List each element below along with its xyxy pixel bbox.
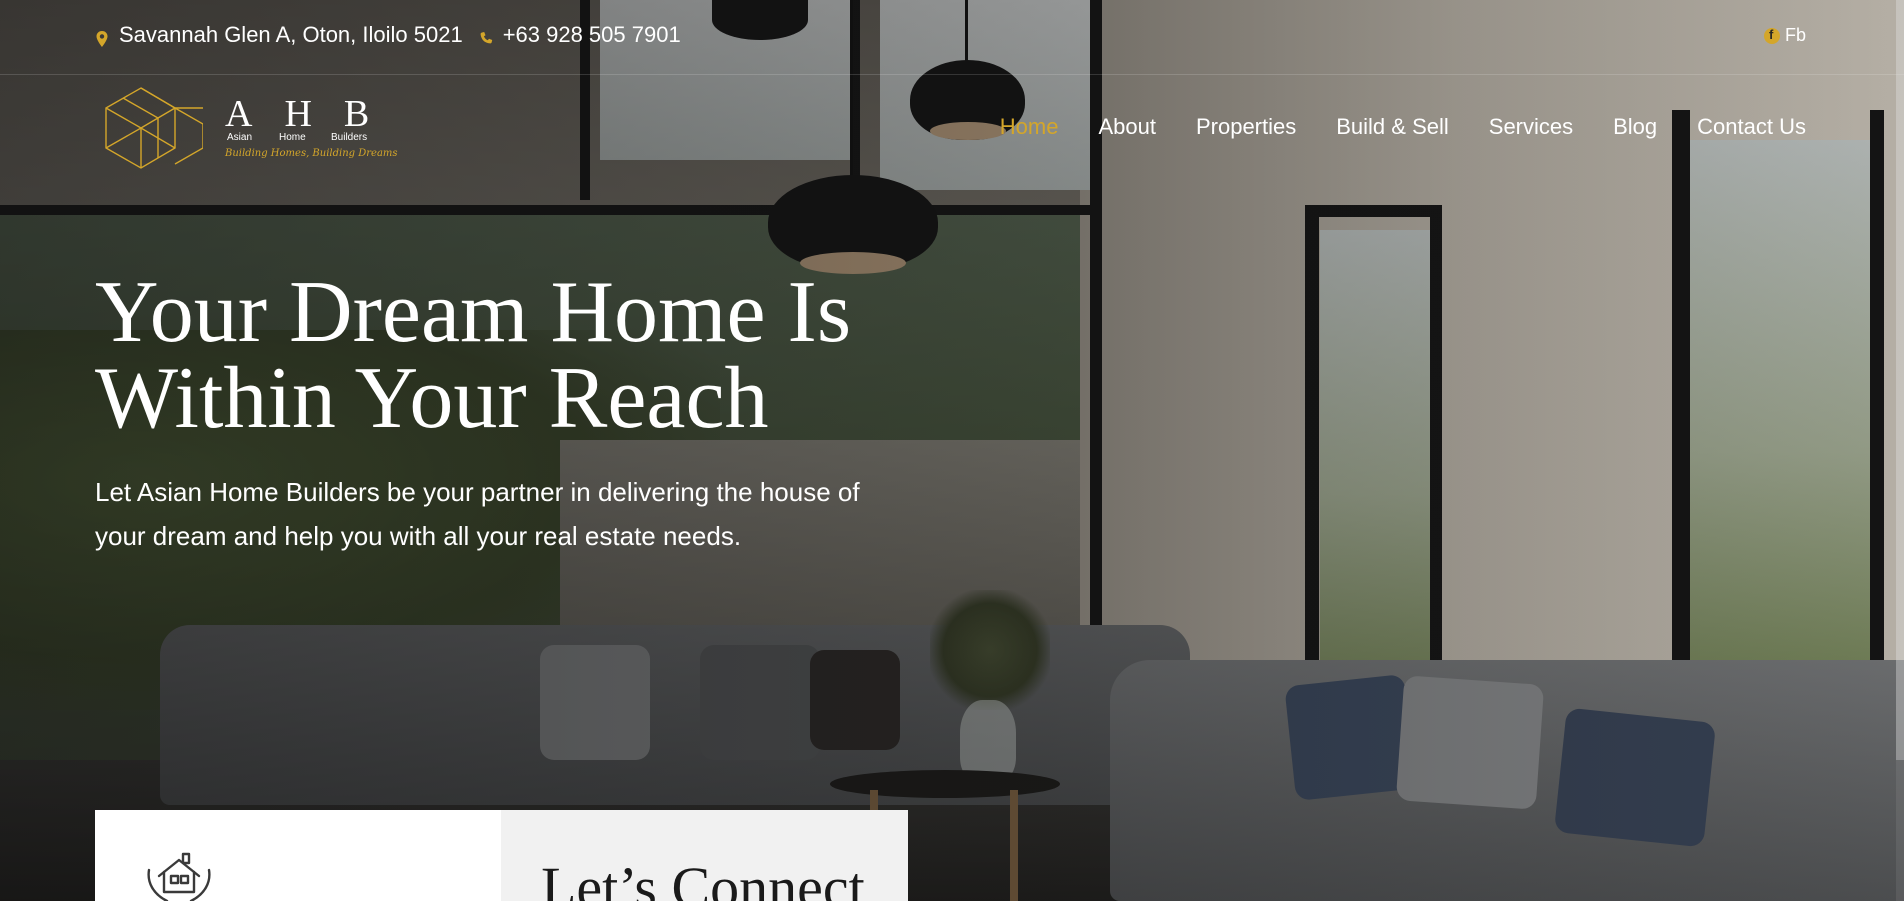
nav-home[interactable]: Home: [1000, 114, 1059, 140]
logo-tagline: Building Homes, Building Dreams: [225, 148, 398, 159]
logo-letter: H: [284, 93, 314, 135]
contact-info: Savannah Glen A, Oton, Iloilo 5021 +63 9…: [95, 22, 681, 48]
logo-word: Asian: [227, 132, 253, 143]
phone-link[interactable]: +63 928 505 7901: [503, 22, 681, 48]
logo-mark-icon: [105, 87, 203, 169]
scrollbar-thumb[interactable]: [1896, 0, 1904, 760]
logo-word: Builders: [331, 132, 368, 143]
map-pin-icon: [95, 27, 109, 47]
facebook-icon: [1763, 27, 1780, 44]
nav-build-sell[interactable]: Build & Sell: [1336, 114, 1449, 140]
nav-contact-us[interactable]: Contact Us: [1697, 114, 1806, 140]
logo-letters: A H B: [225, 92, 371, 136]
feature-card: [95, 810, 501, 901]
connect-title: Let’s Connect: [541, 855, 865, 901]
nav-properties[interactable]: Properties: [1196, 114, 1296, 140]
logo-words: Asian Home Builders: [227, 132, 367, 143]
facebook-label: Fb: [1784, 25, 1806, 45]
logo-word: Home: [279, 132, 306, 143]
nav-about[interactable]: About: [1098, 114, 1156, 140]
nav-blog[interactable]: Blog: [1613, 114, 1657, 140]
site-logo[interactable]: A H B Asian Home Builders Building Homes…: [103, 86, 398, 170]
hero-description: Let Asian Home Builders be your partner …: [95, 477, 860, 551]
logo-letter: B: [343, 93, 372, 135]
phone-icon: [479, 27, 493, 44]
nav-services[interactable]: Services: [1489, 114, 1573, 140]
main-nav: Home About Properties Build & Sell Servi…: [1000, 114, 1806, 140]
scrollbar[interactable]: [1896, 0, 1904, 901]
logo-letter: A: [225, 93, 255, 135]
facebook-link[interactable]: Fb: [1763, 25, 1806, 46]
address-text: Savannah Glen A, Oton, Iloilo 5021: [119, 22, 463, 47]
hero-title: Your Dream Home Is Within Your Reach: [95, 264, 852, 447]
page: Savannah Glen A, Oton, Iloilo 5021 +63 9…: [0, 0, 1904, 901]
top-bar: Savannah Glen A, Oton, Iloilo 5021 +63 9…: [0, 0, 1904, 75]
house-in-hands-icon: [145, 848, 213, 901]
connect-card: Let’s Connect: [501, 810, 908, 901]
